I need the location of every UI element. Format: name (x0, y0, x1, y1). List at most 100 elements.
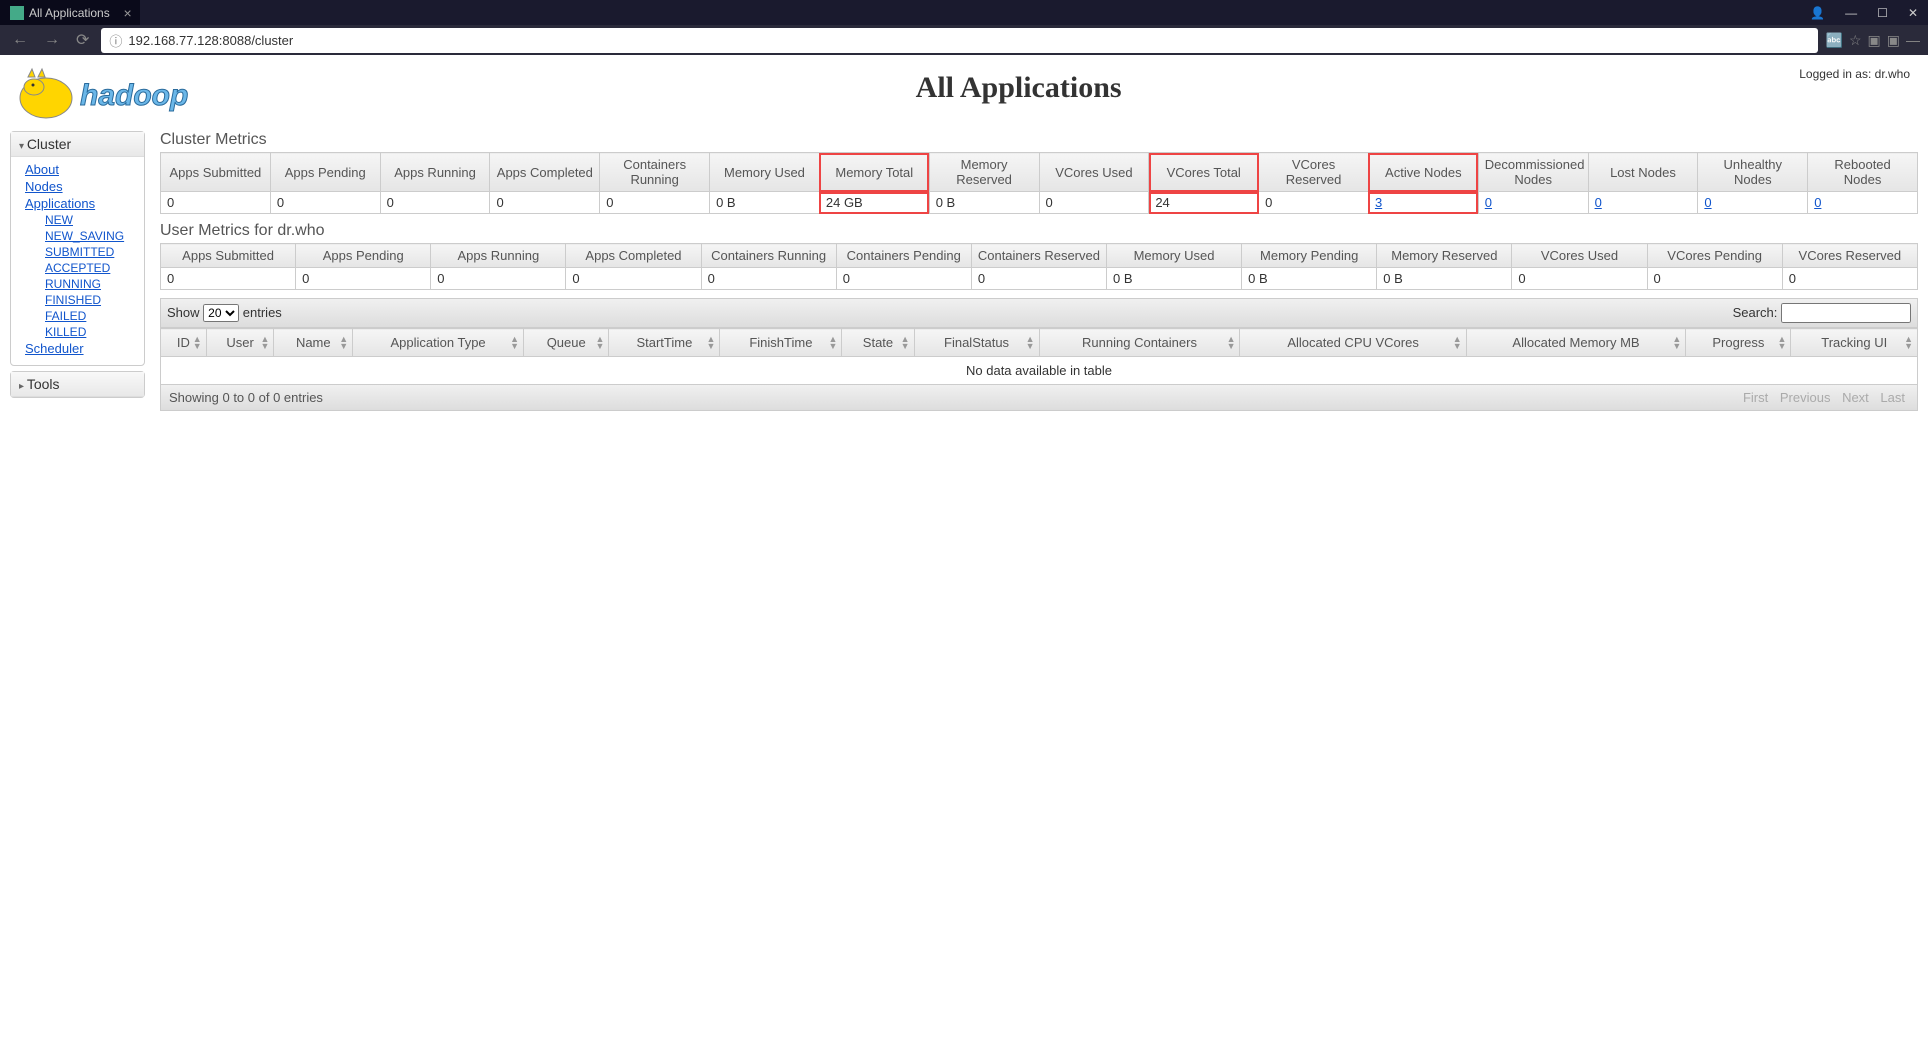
sort-icon: ▲▼ (901, 336, 910, 350)
url-input[interactable]: ⓘ 192.168.77.128:8088/cluster (101, 28, 1817, 53)
search-label: Search: (1733, 305, 1778, 320)
sidebar-link-app-failed[interactable]: FAILED (45, 308, 136, 324)
cluster-metrics-cell: 0 (600, 192, 710, 214)
user-metrics-col: Containers Reserved (971, 244, 1106, 268)
apps-col[interactable]: User▲▼ (206, 329, 274, 357)
user-metrics-col: Containers Running (701, 244, 836, 268)
user-metrics-cell: 0 (971, 268, 1106, 290)
sidebar-section-tools[interactable]: Tools (11, 372, 144, 397)
apps-col[interactable]: StartTime▲▼ (609, 329, 720, 357)
pager-last[interactable]: Last (1876, 390, 1909, 405)
extension-icon-2[interactable]: ▣ (1887, 32, 1900, 49)
close-tab-icon[interactable]: × (124, 5, 132, 21)
sort-icon: ▲▼ (706, 336, 715, 350)
apps-col[interactable]: Name▲▼ (274, 329, 353, 357)
sort-icon: ▲▼ (339, 336, 348, 350)
sidebar-link-app-submitted[interactable]: SUBMITTED (45, 244, 136, 260)
tab-title: All Applications (29, 6, 110, 20)
user-metrics-cell: 0 B (1377, 268, 1512, 290)
sidebar-link-applications[interactable]: Applications (25, 195, 136, 212)
user-metrics-col: Apps Running (431, 244, 566, 268)
show-label-post: entries (243, 305, 282, 320)
maximize-icon[interactable]: ☐ (1867, 2, 1898, 24)
cluster-metrics-cell: 0 (1259, 192, 1369, 214)
sidebar-link-app-killed[interactable]: KILLED (45, 324, 136, 340)
address-bar: ← → ⟳ ⓘ 192.168.77.128:8088/cluster 🔤 ☆ … (0, 25, 1928, 55)
site-info-icon[interactable]: ⓘ (109, 31, 122, 50)
browser-tab-strip: All Applications × 👤 — ☐ ✕ (0, 0, 1928, 25)
pager-previous[interactable]: Previous (1776, 390, 1835, 405)
cluster-metrics-col: Memory Used (710, 153, 820, 192)
translate-icon[interactable]: 🔤 (1826, 32, 1843, 49)
user-icon[interactable]: 👤 (1800, 2, 1835, 24)
sort-icon: ▲▼ (1778, 336, 1787, 350)
cluster-metrics-col: Containers Running (600, 153, 710, 192)
apps-col[interactable]: Queue▲▼ (524, 329, 609, 357)
cluster-metrics-cell: 0 (1039, 192, 1149, 214)
minimize-icon[interactable]: — (1835, 2, 1867, 24)
sidebar-link-app-running[interactable]: RUNNING (45, 276, 136, 292)
sidebar-link-app-finished[interactable]: FINISHED (45, 292, 136, 308)
cluster-metrics-cell: 0 B (710, 192, 820, 214)
extension-icon-3[interactable]: — (1906, 32, 1920, 49)
cluster-metrics-table: Apps SubmittedApps PendingApps RunningAp… (160, 152, 1918, 214)
apps-col[interactable]: State▲▼ (842, 329, 914, 357)
browser-tab[interactable]: All Applications × (0, 0, 140, 25)
sidebar-link-app-new[interactable]: NEW (45, 212, 136, 228)
extension-icon[interactable]: ▣ (1868, 32, 1881, 49)
pager-next[interactable]: Next (1838, 390, 1873, 405)
reload-icon[interactable]: ⟳ (72, 28, 93, 52)
cluster-metrics-link[interactable]: 0 (1595, 195, 1602, 210)
cluster-metrics-link[interactable]: 3 (1375, 195, 1382, 210)
sort-icon: ▲▼ (1026, 336, 1035, 350)
cluster-metrics-link[interactable]: 0 (1704, 195, 1711, 210)
close-window-icon[interactable]: ✕ (1898, 2, 1928, 24)
page-size-select[interactable]: 20 (203, 304, 239, 322)
hadoop-logo-icon: hadoop (8, 63, 238, 123)
search-input[interactable] (1781, 303, 1911, 323)
sidebar-section-cluster[interactable]: Cluster (11, 132, 144, 157)
star-icon[interactable]: ☆ (1849, 32, 1862, 49)
table-controls: Show 20 entries Search: (160, 298, 1918, 328)
cluster-metrics-cell: 0 (380, 192, 490, 214)
sort-icon: ▲▼ (261, 336, 270, 350)
user-metrics-col: Apps Pending (296, 244, 431, 268)
cluster-metrics-col: Lost Nodes (1588, 153, 1698, 192)
cluster-metrics-link[interactable]: 0 (1485, 195, 1492, 210)
sidebar-link-nodes[interactable]: Nodes (25, 178, 136, 195)
cluster-metrics-cell: 0 B (929, 192, 1039, 214)
forward-icon[interactable]: → (40, 29, 64, 51)
table-footer: Showing 0 to 0 of 0 entries First Previo… (160, 385, 1918, 411)
sidebar-link-app-accepted[interactable]: ACCEPTED (45, 260, 136, 276)
user-metrics-cell: 0 (161, 268, 296, 290)
svg-text:hadoop: hadoop (80, 79, 188, 112)
user-metrics-cell: 0 (296, 268, 431, 290)
apps-col[interactable]: Allocated CPU VCores▲▼ (1240, 329, 1466, 357)
user-metrics-col: Apps Completed (566, 244, 701, 268)
cluster-metrics-col: Apps Completed (490, 153, 600, 192)
cluster-metrics-cell: 0 (1808, 192, 1918, 214)
sort-icon: ▲▼ (510, 336, 519, 350)
apps-col[interactable]: ID▲▼ (161, 329, 207, 357)
apps-col[interactable]: FinishTime▲▼ (720, 329, 842, 357)
user-metrics-title: User Metrics for dr.who (160, 222, 1918, 240)
user-metrics-cell: 0 (1782, 268, 1917, 290)
apps-col[interactable]: FinalStatus▲▼ (914, 329, 1039, 357)
cluster-metrics-col: VCores Used (1039, 153, 1149, 192)
cluster-metrics-col: Decommissioned Nodes (1478, 153, 1588, 192)
sidebar-link-app-new-saving[interactable]: NEW_SAVING (45, 228, 136, 244)
sidebar-link-about[interactable]: About (25, 161, 136, 178)
cluster-metrics-link[interactable]: 0 (1814, 195, 1821, 210)
sidebar-link-scheduler[interactable]: Scheduler (25, 340, 136, 357)
apps-col[interactable]: Progress▲▼ (1686, 329, 1791, 357)
apps-col[interactable]: Allocated Memory MB▲▼ (1466, 329, 1686, 357)
page-title: All Applications (238, 63, 1799, 105)
apps-col[interactable]: Tracking UI▲▼ (1791, 329, 1918, 357)
cluster-metrics-cell: 24 GB (819, 192, 929, 214)
user-metrics-cell: 0 (701, 268, 836, 290)
apps-col[interactable]: Application Type▲▼ (353, 329, 524, 357)
back-icon[interactable]: ← (8, 29, 32, 51)
url-text: 192.168.77.128:8088/cluster (128, 33, 293, 48)
apps-col[interactable]: Running Containers▲▼ (1039, 329, 1240, 357)
pager-first[interactable]: First (1739, 390, 1772, 405)
